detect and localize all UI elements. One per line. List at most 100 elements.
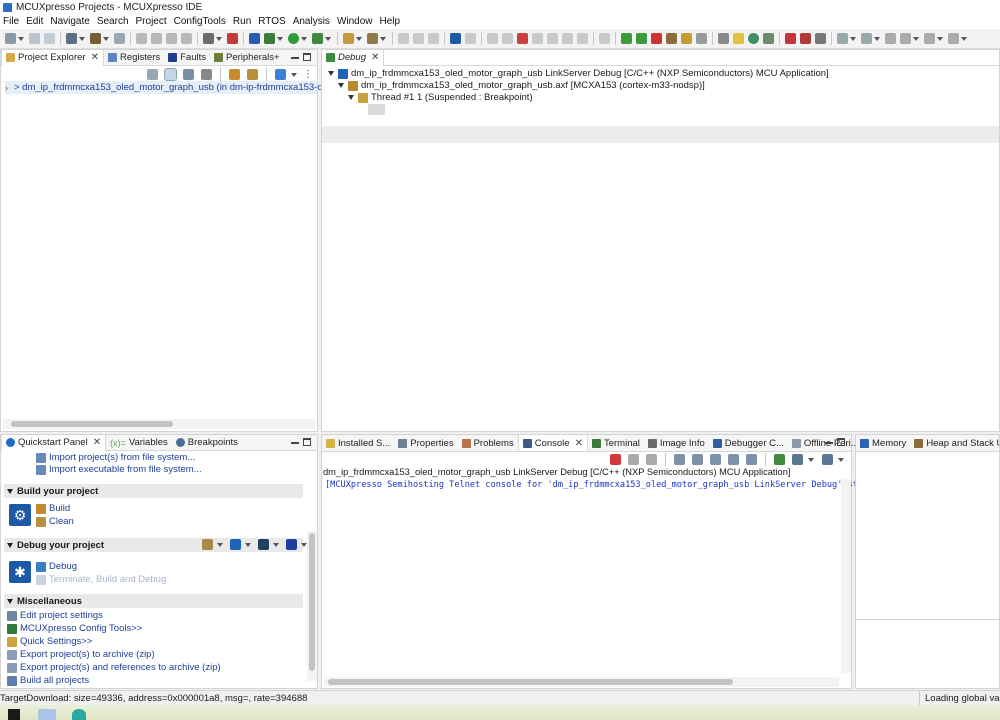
- open-folder-icon[interactable]: [343, 33, 354, 44]
- nav-forward-icon[interactable]: [924, 33, 935, 44]
- resume-icon[interactable]: [487, 33, 498, 44]
- quick-settings-link[interactable]: Quick Settings>>: [7, 636, 92, 647]
- menu-file[interactable]: File: [0, 16, 23, 27]
- link-icon[interactable]: [785, 33, 796, 44]
- section-toggle-icon[interactable]: [7, 598, 13, 604]
- build-all-link[interactable]: Build all projects: [7, 675, 89, 686]
- windows-start-icon[interactable]: [8, 709, 20, 720]
- step-into-icon[interactable]: [547, 33, 558, 44]
- tab-peripherals[interactable]: Peripherals+: [210, 50, 284, 66]
- terminate-build-debug-link[interactable]: Terminate, Build and Debug: [36, 574, 166, 585]
- tab-quickstart[interactable]: Quickstart Panel ✕: [1, 434, 107, 451]
- tab-registers[interactable]: Registers: [104, 50, 164, 66]
- tab-heap-stack[interactable]: Heap and Stack Usage: [910, 435, 999, 451]
- instruction-step-icon[interactable]: [599, 33, 610, 44]
- debug-axf-item[interactable]: dm_ip_frdmmcxa153_oled_motor_graph_usb.a…: [338, 80, 705, 91]
- flash-icon[interactable]: [681, 33, 692, 44]
- debug-bug-icon[interactable]: [249, 33, 260, 44]
- new-icon[interactable]: [5, 33, 16, 44]
- link-with-editor-icon[interactable]: [164, 68, 177, 81]
- stack-frame-placeholder[interactable]: [368, 104, 385, 115]
- pencil-icon[interactable]: [815, 33, 826, 44]
- misc-section-header[interactable]: Miscellaneous: [4, 594, 303, 608]
- scroll-thumb[interactable]: [309, 533, 315, 671]
- undo-icon[interactable]: [136, 33, 147, 44]
- stop-icon[interactable]: [227, 33, 238, 44]
- scroll-lock-icon[interactable]: [692, 454, 703, 465]
- tab-memory[interactable]: Memory: [856, 435, 910, 451]
- settings-icon[interactable]: [66, 33, 77, 44]
- prev-annotation-icon[interactable]: [861, 33, 872, 44]
- more-options-icon[interactable]: ⋮: [303, 69, 313, 80]
- save-all-icon[interactable]: [44, 33, 55, 44]
- run-icon[interactable]: [288, 33, 299, 44]
- edit-project-settings-link[interactable]: Edit project settings: [7, 610, 103, 621]
- pin-console-icon[interactable]: [774, 454, 785, 465]
- filter-icon[interactable]: [183, 69, 194, 80]
- quickstart-vscroll[interactable]: [307, 531, 317, 681]
- close-icon[interactable]: ✕: [91, 52, 99, 63]
- last-edit-icon[interactable]: [885, 33, 896, 44]
- show-on-output-icon[interactable]: [728, 454, 739, 465]
- clear-console-icon[interactable]: [674, 454, 685, 465]
- tab-terminal[interactable]: Terminal: [588, 435, 644, 451]
- open-console-icon[interactable]: [822, 454, 833, 465]
- step-over-icon[interactable]: [562, 33, 573, 44]
- menu-help[interactable]: Help: [377, 16, 405, 27]
- tab-debugger-console[interactable]: Debugger C...: [709, 435, 788, 451]
- build-config-icon[interactable]: [114, 33, 125, 44]
- pin-editor-icon[interactable]: [948, 33, 959, 44]
- probe-icon[interactable]: [258, 539, 269, 550]
- green-debug-icon[interactable]: [636, 33, 647, 44]
- suspend-icon[interactable]: [502, 33, 513, 44]
- expanded-arrow-icon[interactable]: [328, 71, 334, 76]
- import-executable-link[interactable]: Import executable from file system...: [36, 464, 202, 475]
- export-archive-link[interactable]: Export project(s) to archive (zip): [7, 649, 155, 660]
- pin-icon[interactable]: [367, 33, 378, 44]
- expanded-arrow-icon[interactable]: [338, 83, 344, 88]
- probe-icon[interactable]: [666, 33, 677, 44]
- green-launch-icon[interactable]: [621, 33, 632, 44]
- scroll-thumb[interactable]: [11, 421, 173, 427]
- word-wrap-icon[interactable]: [710, 454, 721, 465]
- tab-debug[interactable]: Debug ✕: [322, 49, 385, 66]
- debug-thread-item[interactable]: Thread #1 1 (Suspended : Breakpoint): [348, 92, 533, 103]
- maximize-icon[interactable]: [303, 438, 311, 446]
- expanded-arrow-icon[interactable]: [348, 95, 354, 100]
- menu-search[interactable]: Search: [94, 16, 133, 27]
- scroll-thumb[interactable]: [328, 679, 733, 685]
- browser-icon[interactable]: [72, 709, 86, 720]
- back-icon[interactable]: [166, 33, 177, 44]
- clean-link[interactable]: Clean: [36, 516, 74, 527]
- disconnect-icon[interactable]: [532, 33, 543, 44]
- tab-problems[interactable]: Problems: [458, 435, 518, 451]
- debug-launch-item[interactable]: dm_ip_frdmmcxa153_oled_motor_graph_usb L…: [328, 68, 829, 79]
- minimize-icon[interactable]: [291, 438, 299, 444]
- tab-image-info[interactable]: Image Info: [644, 435, 709, 451]
- red-stop-icon[interactable]: [651, 33, 662, 44]
- menu-window[interactable]: Window: [334, 16, 377, 27]
- save-icon[interactable]: [29, 33, 40, 44]
- project-tree-item[interactable]: › > dm_ip_frdmmcxa153_oled_motor_graph_u…: [5, 81, 352, 94]
- view-menu-icon[interactable]: [201, 69, 212, 80]
- build-link[interactable]: Build: [36, 503, 70, 514]
- import-projects-link[interactable]: Import project(s) from file system...: [36, 452, 195, 463]
- collapse-all-icon[interactable]: [147, 69, 158, 80]
- linkserver-icon[interactable]: [230, 539, 241, 550]
- config-tools-link[interactable]: MCUXpresso Config Tools>>: [7, 623, 142, 634]
- close-icon[interactable]: ✕: [575, 438, 583, 449]
- remove-launch-icon[interactable]: [628, 454, 639, 465]
- terminal-icon[interactable]: [450, 33, 461, 44]
- close-icon[interactable]: ✕: [93, 437, 101, 448]
- toggle-mark-icon[interactable]: [398, 33, 409, 44]
- minimize-icon[interactable]: [291, 53, 299, 59]
- tab-faults[interactable]: Faults: [164, 50, 210, 66]
- tab-variables[interactable]: (x)= Variables: [106, 435, 172, 451]
- clean-icon[interactable]: [247, 69, 258, 80]
- tab-installed-sdks[interactable]: Installed S...: [322, 435, 394, 451]
- menu-rtos[interactable]: RTOS: [255, 16, 289, 27]
- step-return-icon[interactable]: [577, 33, 588, 44]
- debug-config-icon[interactable]: [264, 33, 275, 44]
- external-tools-icon[interactable]: [312, 33, 323, 44]
- maximize-icon[interactable]: [303, 53, 311, 61]
